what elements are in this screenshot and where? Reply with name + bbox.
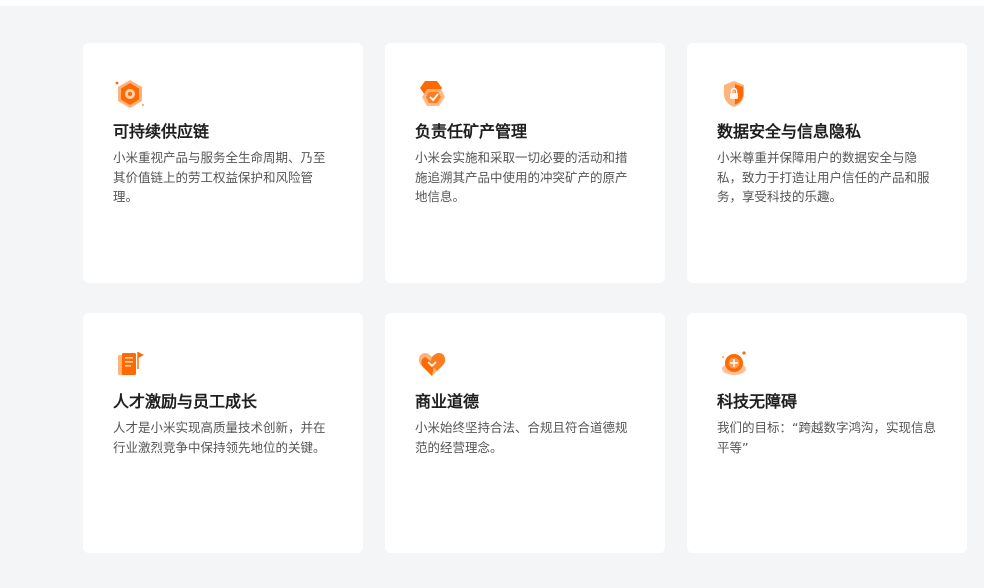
card-title: 负责任矿产管理	[415, 122, 528, 141]
card-description: 小米会实施和采取一切必要的活动和措施追溯其产品中使用的冲突矿产的原产地信息。	[415, 150, 628, 204]
card-sustainable-supply-chain[interactable]: 可持续供应链 小米重视产品与服务全生命周期、乃至其价值链上的劳工权益保护和风险管…	[83, 43, 363, 283]
accessibility-icon	[721, 351, 746, 375]
card-description: 小米始终坚持合法、合规且符合道德规范的经营理念。	[415, 420, 628, 455]
card-description: 我们的目标：“跨越数字鸿沟，实现信息平等”	[717, 420, 936, 455]
talent-flag-icon	[118, 352, 144, 375]
supply-chain-icon	[115, 80, 145, 108]
card-title: 数据安全与信息隐私	[717, 122, 862, 141]
card-description: 人才是小米实现高质量技术创新，并在行业激烈竞争中保持领先地位的关键。	[113, 420, 326, 455]
card-data-security-privacy[interactable]: 数据安全与信息隐私 小米尊重并保障用户的数据安全与隐私，致力于打造让用户信任的产…	[687, 43, 967, 283]
card-talent-growth[interactable]: 人才激励与员工成长 人才是小米实现高质量技术创新，并在行业激烈竞争中保持领先地位…	[83, 313, 363, 553]
card-accessibility[interactable]: 科技无障碍 我们的目标：“跨越数字鸿沟，实现信息平等”	[687, 313, 967, 553]
card-description: 小米尊重并保障用户的数据安全与隐私，致力于打造让用户信任的产品和服务，享受科技的…	[717, 150, 930, 204]
heart-handshake-icon	[418, 353, 446, 376]
card-title: 可持续供应链	[113, 122, 210, 141]
top-strip	[0, 0, 984, 6]
card-responsible-minerals[interactable]: 负责任矿产管理 小米会实施和采取一切必要的活动和措施追溯其产品中使用的冲突矿产的…	[385, 43, 665, 283]
shield-lock-icon	[724, 81, 744, 107]
card-description: 小米重视产品与服务全生命周期、乃至其价值链上的劳工权益保护和风险管理。	[113, 150, 326, 204]
card-business-ethics[interactable]: 商业道德 小米始终坚持合法、合规且符合道德规范的经营理念。	[385, 313, 665, 553]
card-title: 人才激励与员工成长	[113, 392, 258, 411]
card-title: 科技无障碍	[717, 392, 798, 411]
card-title: 商业道德	[415, 392, 480, 411]
mineral-icon	[420, 81, 445, 106]
csr-card-grid: 可持续供应链 小米重视产品与服务全生命周期、乃至其价值链上的劳工权益保护和风险管…	[83, 43, 969, 553]
